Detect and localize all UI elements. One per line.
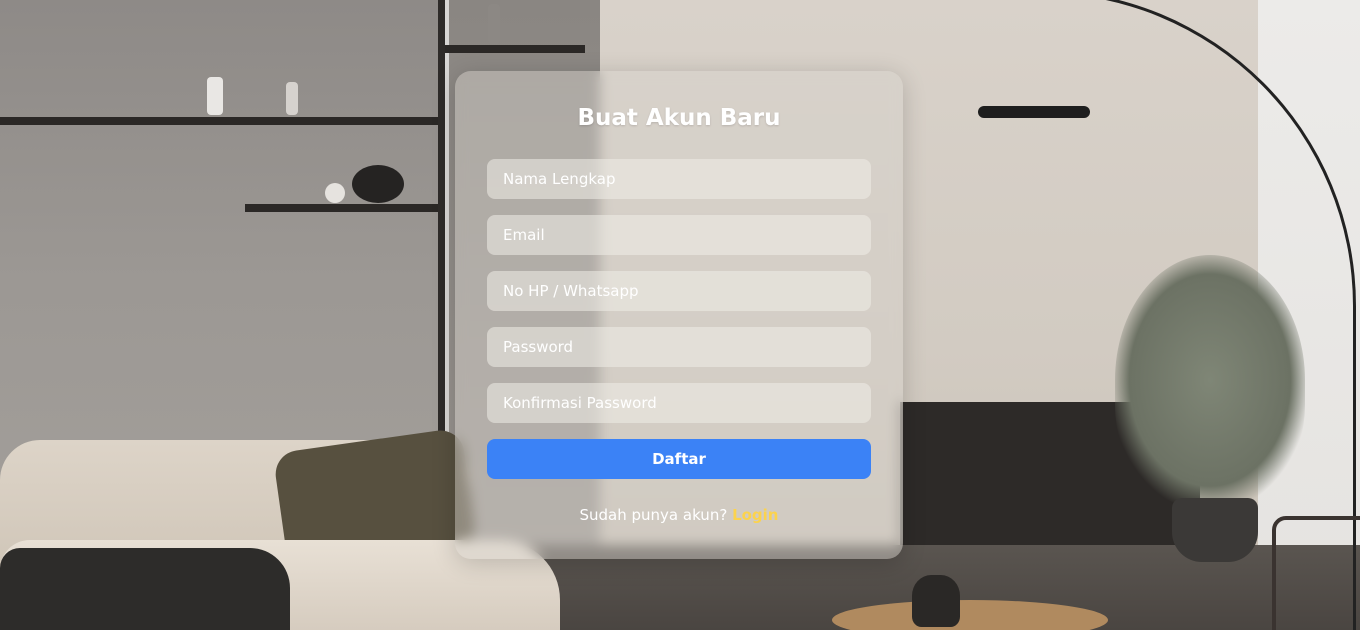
email-input[interactable] (487, 215, 871, 255)
register-card: Buat Akun Baru Daftar Sudah punya akun? … (455, 71, 903, 559)
login-prompt: Sudah punya akun? Login (455, 506, 903, 524)
full-name-input[interactable] (487, 159, 871, 199)
login-link[interactable]: Login (732, 506, 778, 524)
password-input[interactable] (487, 327, 871, 367)
confirm-password-input[interactable] (487, 383, 871, 423)
register-button[interactable]: Daftar (487, 439, 871, 479)
login-prompt-text: Sudah punya akun? (579, 506, 728, 524)
phone-whatsapp-input[interactable] (487, 271, 871, 311)
form-title: Buat Akun Baru (577, 105, 781, 131)
